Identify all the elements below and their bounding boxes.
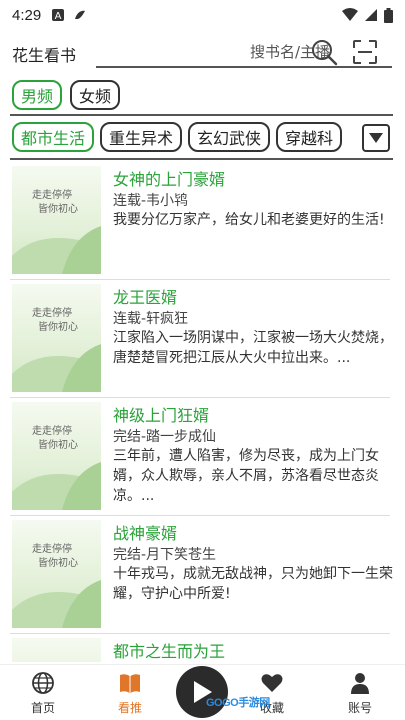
notification-a-icon: A: [52, 9, 65, 22]
battery-icon: [384, 7, 393, 23]
book-item[interactable]: 都市之生而为王: [0, 634, 405, 662]
watermark: GOGO手游网: [206, 697, 270, 709]
nav-home-label: 首页: [30, 701, 55, 715]
book-item[interactable]: 走走停停 皆你初心 战神豪婿 完结-月下笑苍生 十年戎马，成就无敌战神，只为她卸…: [0, 516, 405, 634]
heart-icon: [261, 674, 283, 692]
tab-male[interactable]: 男频: [12, 80, 63, 110]
book-cover: 走走停停 皆你初心: [12, 402, 101, 510]
category-tabs: 都市生活 重生异术 玄幻武侠 穿越科: [12, 122, 352, 154]
app-title: 花生看书: [12, 46, 77, 65]
globe-icon: [32, 672, 54, 694]
category-dropdown-button[interactable]: [362, 124, 390, 152]
cover-art: 走走停停 皆你初心: [12, 306, 101, 392]
cover-art: [12, 638, 101, 662]
cover-line2: 皆你初心: [38, 556, 78, 569]
cover-line1: 走走停停: [32, 424, 72, 437]
book-item[interactable]: 走走停停 皆你初心 女神的上门豪婿 连载-韦小鸨 我要分亿万家产，给女儿和老婆更…: [0, 162, 405, 280]
wifi-icon: [342, 8, 358, 21]
book-cover: [12, 638, 101, 662]
book-description: 江家陷入一场阴谋中，江家被一场大火焚烧，唐楚楚冒死把江辰从大火中拉出来。...: [113, 330, 393, 366]
cover-line1: 走走停停: [32, 306, 72, 319]
book-description: 十年戎马，成就无敌战神，只为她卸下一生荣耀，守护心中所爱!: [113, 566, 393, 602]
signal-icon: [365, 9, 377, 21]
book-icon: [120, 674, 140, 693]
book-cover: 走走停停 皆你初心: [12, 166, 101, 274]
book-title: 神级上门狂婿: [113, 406, 210, 425]
play-button[interactable]: [176, 666, 228, 718]
book-cover: 走走停停 皆你初心: [12, 284, 101, 392]
divider: [10, 158, 393, 160]
book-meta: 完结-踏一步成仙: [113, 429, 217, 445]
divider: [10, 114, 393, 116]
status-bar: 4:29 A: [0, 0, 405, 30]
nav-home[interactable]: 首页: [13, 669, 73, 719]
cover-line1: 走走停停: [32, 542, 72, 555]
book-list: 走走停停 皆你初心 女神的上门豪婿 连载-韦小鸨 我要分亿万家产，给女儿和老婆更…: [0, 162, 405, 662]
status-time: 4:29: [12, 6, 42, 24]
cover-line2: 皆你初心: [38, 202, 78, 215]
cover-art: 走走停停 皆你初心: [12, 188, 101, 274]
category-fantasy-martial[interactable]: 玄幻武侠: [188, 122, 271, 152]
gender-tabs: 男频 女频: [12, 80, 121, 110]
nav-account-label: 账号: [347, 701, 372, 715]
book-title: 女神的上门豪婿: [113, 170, 226, 189]
tab-female[interactable]: 女频: [70, 80, 121, 110]
book-title: 龙王医婿: [113, 288, 178, 307]
cover-line2: 皆你初心: [38, 438, 78, 451]
book-title: 都市之生而为王: [113, 642, 226, 661]
search-icon[interactable]: [310, 38, 338, 66]
book-item[interactable]: 走走停停 皆你初心 神级上门狂婿 完结-踏一步成仙 三年前，遭人陷害，修为尽丧，…: [0, 398, 405, 516]
cover-line1: 走走停停: [32, 188, 72, 201]
notification-bird-icon: [75, 10, 86, 19]
category-rebirth[interactable]: 重生异术: [100, 122, 183, 152]
category-time-travel[interactable]: 穿越科: [276, 122, 343, 152]
top-bar: 花生看书: [0, 36, 405, 72]
book-title: 战神豪婿: [113, 524, 178, 543]
nav-recommend[interactable]: 看推: [100, 669, 160, 719]
svg-text:A: A: [55, 11, 62, 22]
book-meta: 连载-韦小鸨: [113, 193, 189, 209]
scan-icon[interactable]: [352, 39, 378, 65]
book-cover: 走走停停 皆你初心: [12, 520, 101, 628]
book-description: 三年前，遭人陷害，修为尽丧，成为上门女婿，众人欺辱，亲人不屑，苏洛看尽世态炎凉。…: [113, 448, 379, 504]
user-icon: [351, 673, 369, 694]
search-input[interactable]: [96, 40, 336, 64]
triangle-down-icon: [369, 133, 383, 143]
cover-art: 走走停停 皆你初心: [12, 542, 101, 628]
cover-line2: 皆你初心: [38, 320, 78, 333]
nav-account[interactable]: 账号: [330, 669, 390, 719]
nav-recommend-label: 看推: [117, 701, 142, 715]
cover-art: 走走停停 皆你初心: [12, 424, 101, 510]
book-meta: 连载-轩疯狂: [113, 311, 189, 327]
search-bar: [96, 38, 392, 68]
book-item[interactable]: 走走停停 皆你初心 龙王医婿 连载-轩疯狂 江家陷入一场阴谋中，江家被一场大火焚…: [0, 280, 405, 398]
book-description: 我要分亿万家产，给女儿和老婆更好的生活!: [113, 212, 385, 228]
book-meta: 完结-月下笑苍生: [113, 547, 217, 563]
category-urban-life[interactable]: 都市生活: [12, 122, 95, 152]
